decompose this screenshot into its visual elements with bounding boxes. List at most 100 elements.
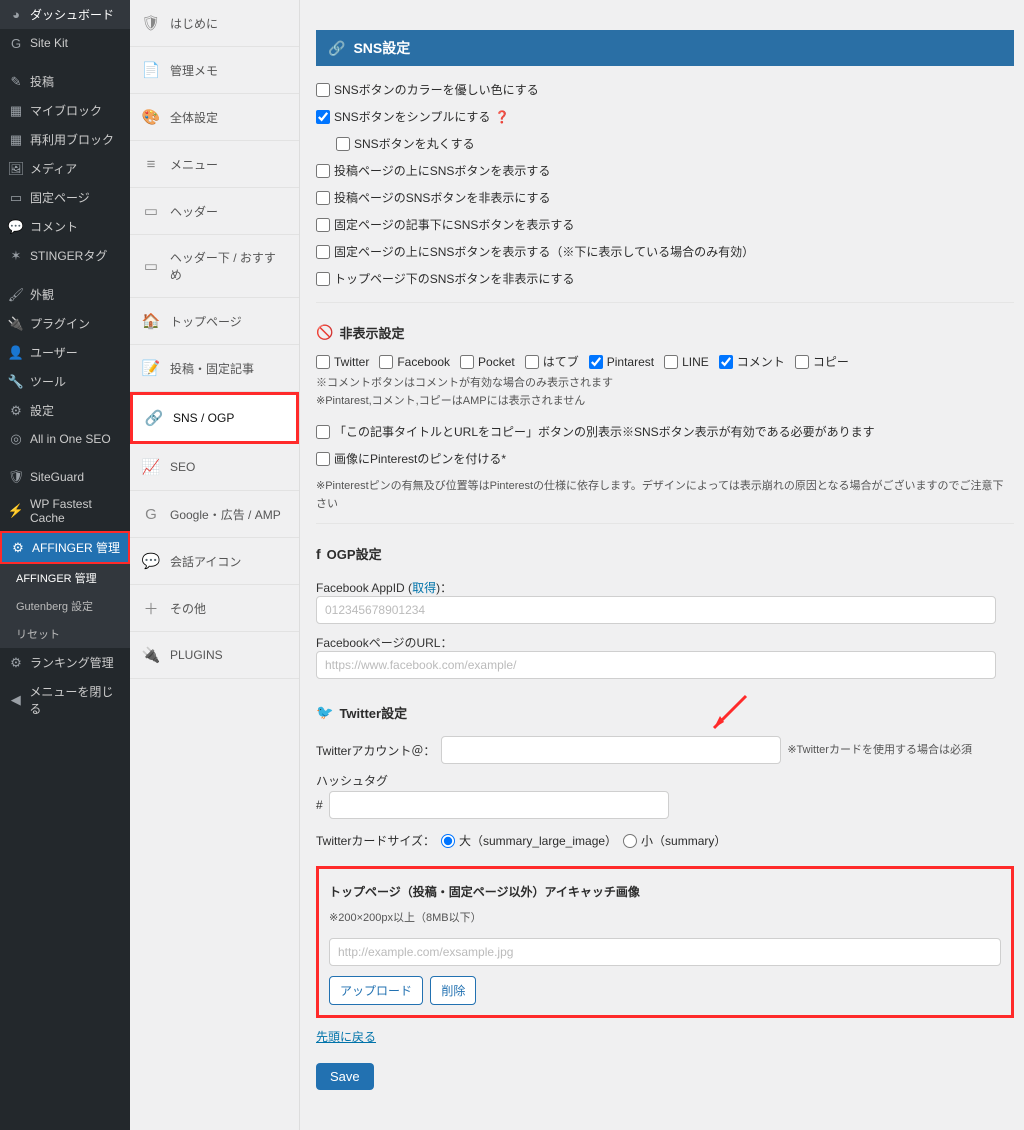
admin-item[interactable]: GSite Kit — [0, 29, 130, 57]
admin-item[interactable]: ⚙ランキング管理 — [0, 648, 130, 677]
settings-tab[interactable]: 🔌PLUGINS — [130, 632, 299, 679]
settings-tab[interactable]: 📈SEO — [130, 444, 299, 491]
check-label: コピー — [813, 353, 849, 370]
sns-check[interactable]: 固定ページの上にSNSボタンを表示する（※下に表示している場合のみ有効） — [316, 243, 754, 260]
admin-item[interactable]: 🛡SiteGuard — [0, 463, 130, 491]
settings-tab[interactable]: 📄管理メモ — [130, 47, 299, 94]
admin-item[interactable]: 🖌外観 — [0, 280, 130, 309]
admin-item-label: 投稿 — [30, 73, 54, 90]
admin-item[interactable]: 💬コメント — [0, 212, 130, 241]
admin-item[interactable]: ⚙AFFINGER 管理 — [0, 531, 130, 564]
delete-button[interactable]: 削除 — [430, 976, 476, 1005]
settings-tabs: 🛡はじめに📄管理メモ🎨全体設定≡メニュー▭ヘッダー▭ヘッダー下 / おすすめ🏠ト… — [130, 0, 300, 1130]
save-button[interactable]: Save — [316, 1063, 374, 1090]
hidden-check[interactable]: Pintarest — [589, 355, 654, 369]
extra-check[interactable]: 画像にPinterestのピンを付ける* — [316, 450, 506, 467]
settings-tab[interactable]: 💬会話アイコン — [130, 538, 299, 585]
settings-tab[interactable]: GGoogle・広告 / AMP — [130, 491, 299, 538]
extra-check[interactable]: 「この記事タイトルとURLをコピー」ボタンの別表示※SNSボタン表示が有効である… — [316, 423, 875, 440]
admin-item-label: Gutenberg 設定 — [16, 598, 93, 614]
settings-tab[interactable]: ＋その他 — [130, 585, 299, 632]
admin-item-label: メニューを閉じる — [29, 683, 122, 717]
check-label: Pocket — [478, 355, 515, 369]
admin-item-label: SiteGuard — [30, 470, 84, 484]
hidden-check[interactable]: コメント — [719, 353, 785, 370]
tab-icon: 🔗 — [145, 409, 163, 427]
tw-hash-input[interactable] — [329, 791, 669, 819]
menu-icon: ◕ — [8, 7, 24, 23]
hidden-note-2: ※Pintarest,コメント,コピーはAMPには表示されません — [316, 393, 1014, 411]
settings-tab[interactable]: 🎨全体設定 — [130, 94, 299, 141]
admin-item[interactable]: AFFINGER 管理 — [0, 564, 130, 592]
hidden-check[interactable]: Twitter — [316, 355, 369, 369]
admin-item[interactable]: ✶STINGERタグ — [0, 241, 130, 270]
tw-account-label: Twitterアカウント＠： — [316, 742, 435, 759]
menu-icon: ⚙ — [8, 403, 24, 419]
fb-appid-input[interactable] — [316, 596, 996, 624]
sns-check[interactable]: SNSボタンを丸くする — [336, 135, 475, 152]
admin-item[interactable]: ⚙設定 — [0, 396, 130, 425]
admin-item[interactable]: ▦再利用ブロック — [0, 125, 130, 154]
sns-check[interactable]: 固定ページの記事下にSNSボタンを表示する — [316, 216, 574, 233]
admin-item[interactable]: ▦マイブロック — [0, 96, 130, 125]
fb-url-input[interactable] — [316, 651, 996, 679]
eyecatch-note: ※200×200px以上（8MB以下） — [329, 910, 1001, 928]
sns-check[interactable]: SNSボタンをシンプルにする ❓ — [316, 108, 509, 125]
help-icon[interactable]: ❓ — [494, 110, 509, 124]
sns-check[interactable]: トップページ下のSNSボタンを非表示にする — [316, 270, 575, 287]
admin-item[interactable]: ◎All in One SEO — [0, 425, 130, 453]
eyecatch-url-input[interactable] — [329, 938, 1001, 966]
tw-card-small[interactable]: 小（summary） — [623, 832, 726, 849]
admin-item[interactable]: ✎投稿 — [0, 67, 130, 96]
sns-check[interactable]: SNSボタンのカラーを優しい色にする — [316, 81, 539, 98]
admin-item-label: AFFINGER 管理 — [32, 539, 120, 556]
admin-item-label: ランキング管理 — [30, 654, 114, 671]
admin-item[interactable]: リセット — [0, 620, 130, 648]
admin-item[interactable]: 🖼メディア — [0, 154, 130, 183]
tab-icon: 🔌 — [142, 646, 160, 664]
sns-check[interactable]: 投稿ページの上にSNSボタンを表示する — [316, 162, 550, 179]
admin-item-label: 固定ページ — [30, 189, 90, 206]
hidden-title: 非表示設定 — [339, 323, 404, 342]
tw-card-large[interactable]: 大（summary_large_image） — [441, 832, 617, 849]
admin-item[interactable]: 🔌プラグイン — [0, 309, 130, 338]
menu-icon: ◀ — [8, 692, 23, 708]
settings-tab[interactable]: 🔗SNS / OGP — [130, 392, 299, 444]
admin-item[interactable]: ⚡WP Fastest Cache — [0, 491, 130, 531]
hidden-check[interactable]: はてブ — [525, 353, 579, 370]
hidden-check[interactable]: LINE — [664, 355, 709, 369]
sns-check[interactable]: 投稿ページのSNSボタンを非表示にする — [316, 189, 551, 206]
admin-item[interactable]: ◕ダッシュボード — [0, 0, 130, 29]
hidden-check[interactable]: コピー — [795, 353, 849, 370]
settings-tab[interactable]: ▭ヘッダー下 / おすすめ — [130, 235, 299, 298]
tab-label: 投稿・固定記事 — [170, 360, 254, 377]
settings-tab[interactable]: ▭ヘッダー — [130, 188, 299, 235]
admin-item[interactable]: ▭ 固定ページ — [0, 183, 130, 212]
hidden-check[interactable]: Pocket — [460, 355, 515, 369]
hidden-check[interactable]: Facebook — [379, 355, 450, 369]
menu-icon: 🔧 — [8, 374, 24, 390]
menu-icon: ▭ — [8, 190, 24, 206]
settings-tab[interactable]: 🏠トップページ — [130, 298, 299, 345]
settings-tab[interactable]: 🛡はじめに — [130, 0, 299, 47]
tw-card-label: Twitterカードサイズ： — [316, 832, 435, 849]
admin-item[interactable]: Gutenberg 設定 — [0, 592, 130, 620]
admin-item-label: 外観 — [30, 286, 54, 303]
menu-icon: ✶ — [8, 248, 24, 264]
upload-button[interactable]: アップロード — [329, 976, 423, 1005]
settings-tab[interactable]: ≡メニュー — [130, 141, 299, 188]
tab-icon: ▭ — [142, 202, 160, 220]
main-content: 🔗 SNS設定 SNSボタンのカラーを優しい色にするSNSボタンをシンプルにする… — [300, 0, 1024, 1130]
tw-account-input[interactable] — [441, 736, 781, 764]
admin-item[interactable]: 👤ユーザー — [0, 338, 130, 367]
back-to-top-link[interactable]: 先頭に戻る — [316, 1028, 376, 1045]
fb-appid-link[interactable]: 取得 — [412, 581, 436, 595]
admin-item-label: マイブロック — [30, 102, 102, 119]
settings-tab[interactable]: 📝投稿・固定記事 — [130, 345, 299, 392]
admin-item-label: ユーザー — [30, 344, 78, 361]
tab-icon: 🏠 — [142, 312, 160, 330]
admin-item[interactable]: 🔧ツール — [0, 367, 130, 396]
check-label: はてブ — [543, 353, 579, 370]
admin-item-label: Site Kit — [30, 36, 68, 50]
admin-item[interactable]: ◀ メニューを閉じる — [0, 677, 130, 723]
